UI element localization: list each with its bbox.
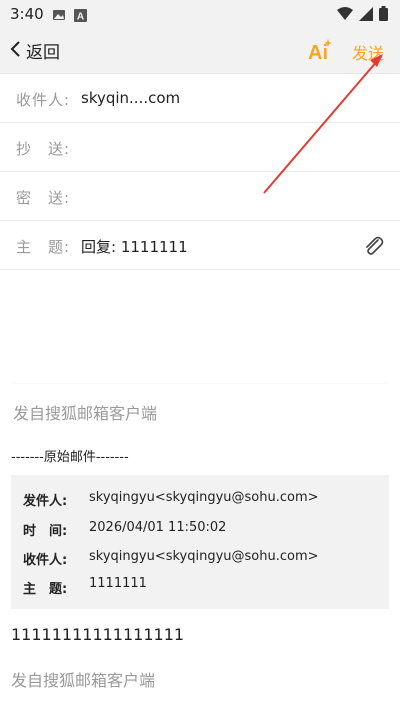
cc-row[interactable]: 抄 送: <box>0 123 400 172</box>
signal-icon <box>359 6 373 25</box>
original-mail-header: 发件人: skyqingyu<skyqingyu@sohu.com> 时 间: … <box>11 475 389 609</box>
send-button[interactable]: 发送 <box>352 40 384 64</box>
wifi-icon <box>337 6 353 25</box>
subject-row[interactable]: 主 题: 回复: 1111111 <box>0 221 400 270</box>
svg-text:A: A <box>77 12 84 23</box>
subject-field[interactable]: 回复: 1111111 <box>81 236 188 257</box>
status-bar: 3:40 A <box>0 0 400 28</box>
compose-navbar: 返回 Ai 发送 <box>0 28 400 74</box>
status-time: 3:40 <box>10 5 44 23</box>
quoted-signature: 发自搜狐邮箱客户端 <box>11 671 156 690</box>
svg-text:Ai: Ai <box>308 42 328 62</box>
back-button[interactable]: 返回 <box>10 38 60 63</box>
original-time-value: 2026/04/01 11:50:02 <box>89 520 227 535</box>
original-subject-value: 1111111 <box>89 576 147 591</box>
chevron-left-icon <box>10 40 22 62</box>
signature: 发自搜狐邮箱客户端 <box>13 404 158 423</box>
bcc-row[interactable]: 密 送: <box>0 172 400 221</box>
back-label: 返回 <box>26 43 60 63</box>
gallery-icon <box>52 7 66 26</box>
original-to-label: 收件人: <box>23 553 68 568</box>
original-subject-label: 主 题: <box>23 582 68 597</box>
to-row[interactable]: 收件人: skyqin....com <box>0 74 400 123</box>
message-body-editor[interactable] <box>13 271 388 383</box>
app-a-icon: A <box>74 7 87 26</box>
subject-label: 主 题: <box>16 238 71 256</box>
to-label: 收件人: <box>16 91 71 109</box>
battery-icon <box>379 6 388 25</box>
status-right-icons <box>337 6 388 25</box>
original-mail-divider: -------原始邮件------- <box>11 450 129 465</box>
original-to-value: skyqingyu<skyqingyu@sohu.com> <box>89 549 319 564</box>
original-from-label: 发件人: <box>23 494 68 509</box>
quoted-message-body: 11111111111111111 <box>11 625 185 644</box>
to-recipient[interactable]: skyqin....com <box>81 89 180 107</box>
original-from-value: skyqingyu<skyqingyu@sohu.com> <box>89 490 319 505</box>
cc-label: 抄 送: <box>16 140 71 158</box>
bcc-label: 密 送: <box>16 189 71 207</box>
ai-assist-icon[interactable]: Ai <box>307 38 333 66</box>
original-time-label: 时 间: <box>23 524 68 539</box>
paperclip-icon[interactable] <box>362 233 384 261</box>
